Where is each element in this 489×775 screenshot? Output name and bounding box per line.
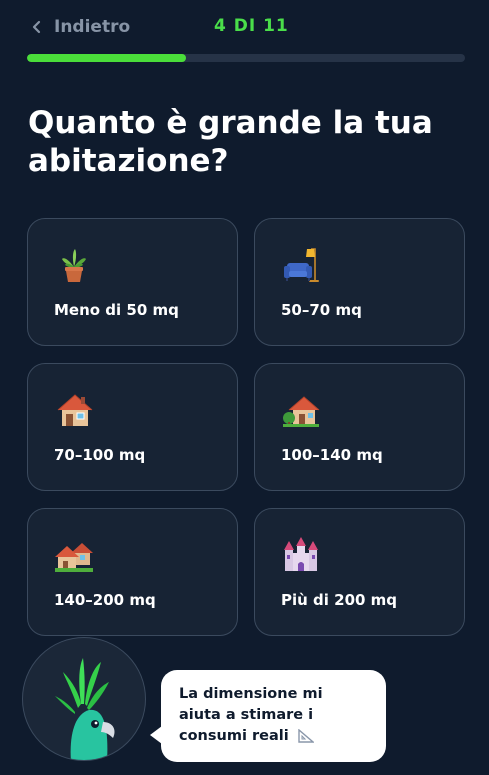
option-card-140-200[interactable]: 140–200 mq [27, 508, 238, 636]
option-card-over-200[interactable]: Più di 200 mq [254, 508, 465, 636]
option-card-under-50[interactable]: Meno di 50 mq [27, 218, 238, 346]
triangular-ruler-icon [298, 728, 315, 743]
chevron-left-icon [30, 20, 44, 34]
option-card-50-70[interactable]: 50–70 mq [254, 218, 465, 346]
option-card-70-100[interactable]: 70–100 mq [27, 363, 238, 491]
houses-icon [54, 535, 94, 575]
house-with-garden-icon [281, 390, 321, 430]
house-icon [54, 390, 94, 430]
option-label: Più di 200 mq [281, 591, 398, 609]
back-button[interactable]: Indietro [30, 14, 130, 40]
step-indicator: 4 DI 11 [214, 16, 289, 36]
option-label: 140–200 mq [54, 591, 156, 609]
castle-icon [281, 535, 321, 575]
question-title: Quanto è grande la tua abitazione? [28, 105, 433, 179]
option-card-100-140[interactable]: 100–140 mq [254, 363, 465, 491]
assistant-speech-bubble: La dimensione mi aiuta a stimare i consu… [161, 670, 386, 762]
mascot-avatar [22, 637, 146, 761]
option-label: 100–140 mq [281, 446, 383, 464]
option-label: 70–100 mq [54, 446, 146, 464]
option-label: 50–70 mq [281, 301, 362, 319]
back-label: Indietro [54, 17, 131, 37]
options-grid: Meno di 50 mq 50–70 mq 70–100 mq 100–140… [27, 218, 465, 636]
cockatoo-mascot-icon [55, 658, 115, 760]
sofa-lamp-icon [281, 245, 321, 285]
option-label: Meno di 50 mq [54, 301, 179, 319]
top-bar: Indietro 4 DI 11 [0, 0, 489, 52]
potted-plant-icon [54, 245, 94, 285]
progress-fill [27, 54, 187, 62]
progress-bar [27, 54, 465, 62]
